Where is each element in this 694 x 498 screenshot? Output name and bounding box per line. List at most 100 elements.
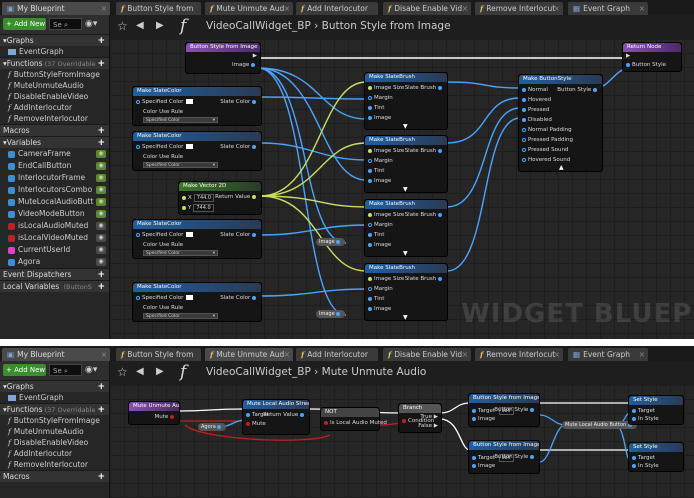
image-size-pin[interactable]: Image Size [368,148,404,154]
tab-disable-enable-video[interactable]: f Disabe Enable Vid × [383,2,471,15]
add-graph-icon[interactable]: + [97,381,105,392]
search-input[interactable]: Se ⌕ [49,18,82,30]
function-item[interactable]: f RemoveInterlocutor [0,113,109,124]
function-item[interactable]: f AddInterlocutor [0,448,109,459]
is-local-audio-muted-pin[interactable]: Is Local Audio Muted [324,420,387,426]
function-entry-node[interactable]: Button Style from Image ▶ Image [185,42,261,74]
slate-color-out-pin[interactable]: Slate Color [220,144,258,150]
graph-canvas[interactable]: Mute Unmute Audio Mute Agora Mute Local … [110,385,694,498]
close-icon[interactable]: × [639,2,645,15]
tint-pin[interactable]: Tint [368,168,384,174]
macros-section-header[interactable]: Macros + [0,470,109,482]
slate-color-out-pin[interactable]: Slate Color [220,232,258,238]
slate-color-out-pin[interactable]: Slate Color [220,99,258,105]
tab-event-graph[interactable]: ▦ Event Graph × [568,2,648,15]
image-pin[interactable]: Image [368,306,391,312]
button-style-out-pin[interactable]: Button Style [557,87,599,93]
image-pin[interactable]: Image [368,242,391,248]
breadcrumb-blueprint[interactable]: VideoCallWidget_BP [206,366,311,378]
add-function-icon[interactable]: + [97,58,105,69]
graphs-section-header[interactable]: ▾Graphs + [0,380,109,392]
back-arrow-icon[interactable]: ◀ [136,20,144,31]
local-variables-section-header[interactable]: Local Variables (ButtonS + [0,280,109,292]
exec-out-pin[interactable]: ▶ [253,53,257,59]
specified-color-pin[interactable]: Specified Color [136,232,194,238]
margin-pin[interactable]: Margin [368,222,393,228]
macros-section-header[interactable]: Macros + [0,124,109,136]
image-size-pin[interactable]: Image Size [368,212,404,218]
close-icon[interactable]: × [284,348,290,361]
x-value-input[interactable]: 744.0 [193,194,215,202]
visibility-eye-icon[interactable]: ◉ [96,162,106,170]
variable-item[interactable]: InterlocutorsCombo ◉ [0,184,109,196]
visibility-eye-icon[interactable]: ◉ [96,246,106,254]
function-item[interactable]: f ButtonStyleFromImage [0,69,109,80]
color-swatch[interactable] [186,144,194,149]
slate-brush-out-pin[interactable]: Slate Brush [405,148,444,154]
slate-color-out-pin[interactable]: Slate Color [220,295,258,301]
make-button-style-node[interactable]: Make ButtonStyle Button Style Normal Hov… [518,74,603,172]
tint-pin[interactable]: Tint [368,296,384,302]
color-swatch[interactable] [186,232,194,237]
mute-unmute-audio-entry-node[interactable]: Mute Unmute Audio Mute [128,401,180,425]
target-pin[interactable]: Target [632,408,655,414]
color-use-rule-dropdown[interactable]: Specified Color ▾ [143,117,218,123]
add-local-variable-icon[interactable]: + [97,281,105,292]
button-style-pin[interactable]: Button Style [494,407,536,413]
visibility-eye-icon[interactable]: ◉ [96,222,106,230]
add-graph-icon[interactable]: + [97,35,105,46]
pressed-padding-pin[interactable]: Pressed Padding [522,137,573,143]
visibility-eye-icon[interactable]: ◉ [96,210,106,218]
slate-brush-out-pin[interactable]: Slate Brush [405,276,444,282]
tint-pin[interactable]: Tint [368,232,384,238]
close-icon[interactable]: × [284,2,290,15]
return-node[interactable]: Return Node ▶ Button Style [622,42,682,72]
breadcrumb-function[interactable]: Button Style from Image [322,20,451,32]
in-style-pin[interactable]: In Style [632,463,659,469]
add-new-button[interactable]: + Add New [3,364,46,376]
graph-canvas[interactable]: WIDGET BLUEPRI Button Style from Image ▶… [110,39,694,339]
make-slate-color-node[interactable]: Make SlateColor Specified Color Slate Co… [132,131,262,171]
breadcrumb-blueprint[interactable]: VideoCallWidget_BP [206,20,311,32]
make-slate-brush-node[interactable]: Make SlateBrush Image Size Margin Tint I… [364,199,448,257]
search-input[interactable]: Se ⌕ [49,364,82,376]
image-out-pin[interactable]: Image [232,62,257,68]
variable-item[interactable]: VideoModeButton ◉ [0,208,109,220]
false-pin[interactable]: False ▶ [418,423,438,429]
variable-item[interactable]: Agora ◉ [0,256,109,268]
functions-section-header[interactable]: ▾Functions (37 Overridable + [0,403,109,415]
target-pin[interactable]: Target [632,455,655,461]
collapse-chevron-icon[interactable]: ▲ [559,164,564,171]
agora-reroute-node[interactable]: Agora [198,423,227,431]
make-slate-brush-node[interactable]: Make SlateBrush Image Size Margin Tint I… [364,135,448,193]
variable-item[interactable]: MuteLocalAudioButt ◉ [0,196,109,208]
visibility-eye-icon[interactable]: ◉ [96,234,106,242]
color-swatch[interactable] [186,295,194,300]
variable-item[interactable]: CurrentUserId ◉ [0,244,109,256]
mute-local-audio-stream-node[interactable]: Mute Local Audio Stream Target Mute Retu… [242,399,310,435]
make-slate-color-node[interactable]: Make SlateColor Specified Color Slate Co… [132,282,262,322]
tab-remove-interlocutor[interactable]: f Remove Interlocut × [475,348,563,361]
tab-mute-unmute-audio[interactable]: f Mute Unmute Aud × [205,348,293,361]
variable-item[interactable]: isLocalVideoMuted ◉ [0,232,109,244]
margin-pin[interactable]: Margin [368,158,393,164]
image-pin[interactable]: Image [368,115,391,121]
close-icon[interactable]: × [462,2,468,15]
tab-remove-interlocutor[interactable]: f Remove Interlocut × [475,2,563,15]
normal-padding-pin[interactable]: Normal Padding [522,127,572,133]
color-use-rule-dropdown[interactable]: Specified Color ▾ [143,250,218,256]
add-function-icon[interactable]: + [97,404,105,415]
favorite-star-icon[interactable]: ☆ [117,365,128,379]
exec-in-pin[interactable]: ▶ [626,53,630,59]
add-dispatcher-icon[interactable]: + [97,269,105,280]
visibility-eye-icon[interactable]: ◉ [96,174,106,182]
event-graph-item[interactable]: EventGraph [0,46,109,57]
image-pin[interactable]: Image [472,463,495,469]
breadcrumb-function[interactable]: Mute Unmute Audio [322,366,427,378]
branch-node[interactable]: Branch Condition True ▶ False ▶ [398,403,442,433]
return-value-pin[interactable]: Return Value [263,412,306,418]
tab-button-style-from[interactable]: f Button Style from [116,348,201,361]
make-slate-brush-node[interactable]: Make SlateBrush Image Size Margin Tint I… [364,263,448,321]
y-value-input[interactable]: 744.0 [193,204,214,212]
expand-chevron-icon[interactable]: ▼ [403,123,408,130]
